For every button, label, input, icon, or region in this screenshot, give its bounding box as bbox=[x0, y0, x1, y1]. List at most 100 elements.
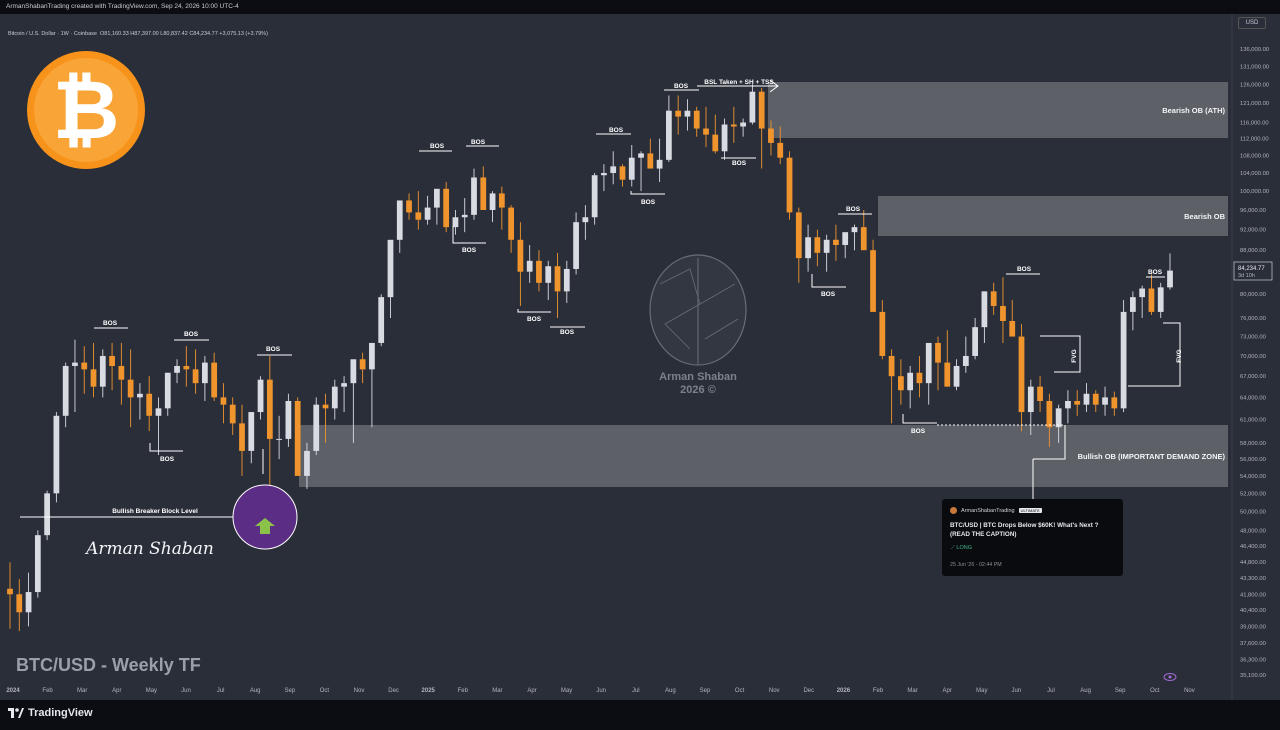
time-tick-label: 2024 bbox=[6, 688, 20, 694]
price-tick-label: 40,400.00 bbox=[1240, 608, 1266, 614]
candle-body bbox=[693, 110, 700, 129]
candle-body bbox=[1018, 336, 1025, 413]
candle-body bbox=[99, 355, 106, 387]
time-tick-label: Jul bbox=[217, 688, 225, 694]
candle-body bbox=[638, 153, 644, 158]
candle-body bbox=[192, 369, 199, 384]
post-title[interactable]: BTC/USD | BTC Drops Below $60K! What's N… bbox=[950, 521, 1120, 539]
bearish-ob-ath-zone bbox=[768, 82, 1228, 138]
candle-body bbox=[1009, 321, 1016, 337]
currency-button[interactable]: USD bbox=[1238, 17, 1266, 29]
time-tick-label: May bbox=[561, 688, 572, 694]
time-tick-label: Sep bbox=[284, 688, 295, 694]
candle-body bbox=[257, 379, 264, 413]
candle-body bbox=[387, 239, 394, 298]
bullish-ob-label: Bullish OB (IMPORTANT DEMAND ZONE) bbox=[1078, 452, 1226, 461]
bos-label: BOS bbox=[1017, 266, 1032, 273]
candle-body bbox=[406, 200, 412, 213]
candle-body bbox=[1037, 386, 1043, 402]
candle-body bbox=[563, 268, 570, 292]
breaker-label: Bullish Breaker Block Level bbox=[112, 508, 198, 515]
brand-name: TradingView bbox=[28, 707, 93, 719]
tradingview-logo[interactable]: TradingView bbox=[8, 707, 93, 719]
candle-body bbox=[1000, 305, 1006, 322]
candle bbox=[1120, 300, 1127, 413]
bos-label: BOS bbox=[846, 206, 861, 213]
candle-body bbox=[229, 404, 236, 424]
candle-body bbox=[331, 386, 338, 409]
chart-frame[interactable]: Bearish OB (ATH) Bearish OB Bullish OB (… bbox=[0, 14, 1280, 700]
candle-body bbox=[350, 359, 357, 384]
candle-body bbox=[517, 239, 524, 272]
time-tick-label: Apr bbox=[943, 688, 952, 694]
breaker-arrow-icon bbox=[232, 484, 298, 550]
candle-body bbox=[498, 193, 505, 208]
watermark-name: Arman Shaban bbox=[659, 371, 737, 383]
time-tick-label: Sep bbox=[700, 688, 711, 694]
price-tick-label: 39,000.00 bbox=[1240, 624, 1266, 630]
time-tick-label: Sep bbox=[1115, 688, 1126, 694]
candle-body bbox=[545, 266, 552, 283]
last-price-tag: 84,234.77 3d 10h bbox=[1233, 261, 1273, 281]
time-tick-label: Nov bbox=[769, 688, 780, 694]
bos-label: BOS bbox=[674, 83, 689, 90]
price-tick-label: 96,000.00 bbox=[1240, 208, 1266, 214]
price-tick-label: 76,000.00 bbox=[1240, 316, 1266, 322]
time-tick-label: May bbox=[146, 688, 157, 694]
candle-body bbox=[461, 214, 468, 218]
candle-body bbox=[341, 383, 347, 387]
price-axis[interactable]: 136,000.00 131,000.00 126,000.00 121,000.00… bbox=[1240, 47, 1269, 679]
time-tick-label: Aug bbox=[665, 688, 676, 694]
candle-body bbox=[591, 175, 598, 218]
time-tick-label: Nov bbox=[354, 688, 365, 694]
bos-label: BOS bbox=[560, 329, 575, 336]
bos-label: BOS bbox=[821, 291, 836, 298]
time-axis[interactable]: 2024 Feb Mar Apr May Jun Jul Aug Sep Oct Nov Dec 202… bbox=[6, 688, 1194, 694]
candle-body bbox=[322, 404, 329, 409]
chart-title: BTC/USD - Weekly TF bbox=[16, 655, 201, 675]
candle-body bbox=[536, 260, 542, 283]
candle-body bbox=[1130, 297, 1136, 312]
candle-body bbox=[359, 359, 366, 370]
symbol-line: Bitcoin / U.S. Dollar · 1W · Coinbase bbox=[8, 31, 97, 37]
time-tick-label: Oct bbox=[1150, 688, 1160, 694]
candle-body bbox=[1074, 401, 1081, 405]
bearish-ob-ath-label: Bearish OB (ATH) bbox=[1162, 106, 1225, 115]
candle-body bbox=[842, 232, 849, 245]
candle-body bbox=[294, 401, 301, 476]
candle-body bbox=[34, 535, 41, 593]
bos-label: BOS bbox=[732, 160, 747, 167]
candle-body bbox=[619, 166, 626, 180]
candle-body bbox=[656, 159, 663, 169]
price-tick-label: 88,000.00 bbox=[1240, 248, 1266, 254]
candle-body bbox=[443, 188, 450, 228]
price-tick-label: 108,000.00 bbox=[1240, 154, 1269, 160]
price-tick-label: 41,800.00 bbox=[1240, 592, 1266, 598]
price-chart[interactable]: Bearish OB (ATH) Bearish OB Bullish OB (… bbox=[0, 14, 1280, 700]
related-post-card[interactable]: ArmanShabanTrading ULTIMATE BTC/USD | BT… bbox=[942, 499, 1123, 576]
candle-body bbox=[137, 393, 143, 398]
candle-body bbox=[44, 493, 50, 536]
candle-body bbox=[879, 311, 886, 356]
candle-body bbox=[313, 404, 320, 451]
candle-body bbox=[396, 200, 403, 240]
candle-body bbox=[721, 124, 728, 152]
ohlc-line: O81,160.33 H87,397.00 L80,837.42 C84,234… bbox=[100, 31, 268, 37]
candle-body bbox=[777, 142, 784, 158]
candle-body bbox=[452, 217, 459, 228]
time-tick-label: Dec bbox=[388, 688, 399, 694]
candle-body bbox=[480, 177, 487, 210]
post-author[interactable]: ArmanShabanTrading bbox=[961, 508, 1015, 514]
svg-text:₿: ₿ bbox=[53, 65, 120, 156]
candle-body bbox=[285, 401, 292, 439]
last-price-countdown: 3d 10h bbox=[1238, 273, 1255, 279]
candle-body bbox=[248, 412, 255, 451]
candle-body bbox=[1139, 288, 1146, 298]
candle-body bbox=[768, 128, 774, 143]
candle-body bbox=[1046, 401, 1053, 428]
bos-label: BOS bbox=[527, 316, 542, 323]
candle-body bbox=[1083, 393, 1090, 405]
candle-body bbox=[164, 372, 171, 409]
candle-body bbox=[795, 212, 802, 259]
time-tick-label: Apr bbox=[527, 688, 536, 694]
